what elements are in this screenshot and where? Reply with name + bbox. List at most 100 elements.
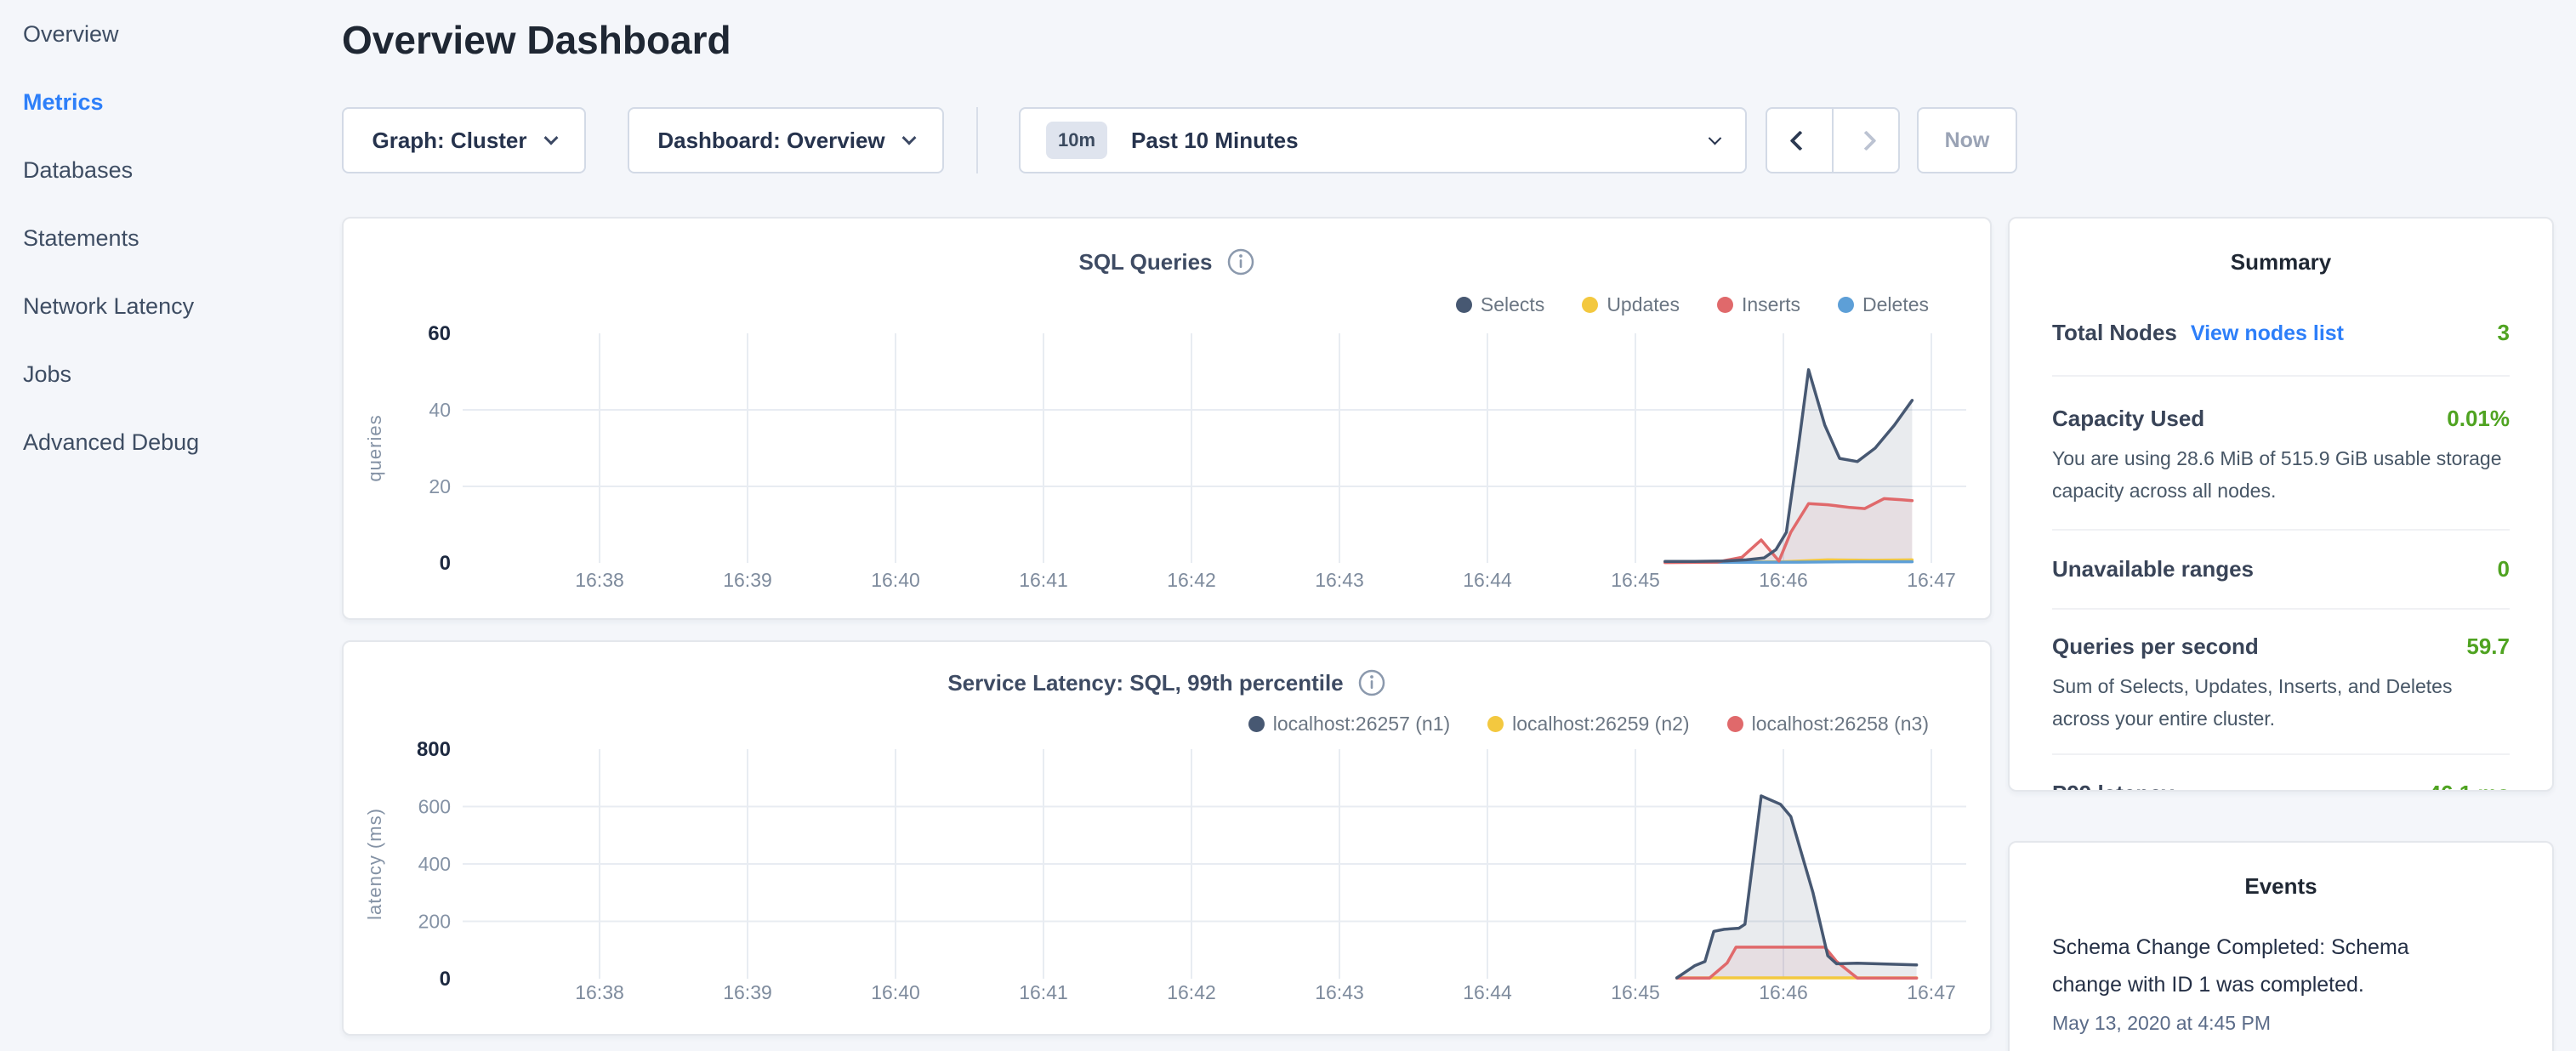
- info-icon[interactable]: [1357, 668, 1386, 697]
- summary-row-value: 46.1 ms: [2429, 781, 2510, 792]
- svg-text:16:42: 16:42: [1167, 569, 1216, 591]
- svg-text:600: 600: [418, 796, 451, 818]
- page: Overview Metrics Databases Statements Ne…: [0, 0, 2576, 1051]
- event-message: Schema Change Completed: Schema change w…: [2052, 929, 2460, 1003]
- legend-dot-icon: [1727, 716, 1743, 732]
- sidebar-item-advanced-debug[interactable]: Advanced Debug: [0, 408, 342, 476]
- summary-card: Summary Total Nodes View nodes list 3 Ca…: [2008, 217, 2554, 792]
- legend-dot-icon: [1582, 297, 1598, 313]
- svg-text:queries: queries: [364, 414, 385, 481]
- summary-row-unavailable-ranges: Unavailable ranges 0: [2052, 531, 2510, 610]
- chevron-down-icon: [543, 131, 558, 145]
- chevron-right-icon: [1856, 130, 1876, 151]
- event-timestamp: May 13, 2020 at 4:45 PM: [2052, 1012, 2510, 1035]
- summary-row-label: Total Nodes: [2052, 320, 2177, 346]
- chart-title: Service Latency: SQL, 99th percentile: [947, 670, 1343, 696]
- summary-row-value: 0: [2498, 556, 2510, 582]
- svg-text:16:45: 16:45: [1611, 981, 1660, 1003]
- legend-label: Inserts: [1742, 293, 1800, 316]
- event-item[interactable]: Schema Change Completed: Schema change w…: [2010, 929, 2552, 1035]
- chevron-down-icon: [1709, 131, 1722, 145]
- svg-text:16:44: 16:44: [1463, 981, 1512, 1003]
- legend-item[interactable]: Selects: [1456, 293, 1544, 316]
- summary-row-value: 3: [2498, 320, 2510, 346]
- summary-row-description: You are using 28.6 MiB of 515.9 GiB usab…: [2052, 442, 2510, 507]
- summary-body: Total Nodes View nodes list 3 Capacity U…: [2010, 276, 2552, 792]
- chart-header: SQL Queries: [344, 247, 1990, 276]
- svg-text:16:43: 16:43: [1315, 569, 1364, 591]
- legend-dot-icon: [1487, 716, 1504, 732]
- time-forward-button[interactable]: [1832, 109, 1898, 172]
- main-content: Overview Dashboard Graph: Cluster Dashbo…: [342, 0, 2022, 1051]
- chevron-left-icon: [1789, 130, 1810, 151]
- legend-dot-icon: [1838, 297, 1854, 313]
- svg-text:16:40: 16:40: [871, 569, 920, 591]
- dashboard-dropdown[interactable]: Dashboard: Overview: [628, 107, 944, 173]
- legend-label: Updates: [1606, 293, 1680, 316]
- summary-row-label: Capacity Used: [2052, 406, 2204, 432]
- summary-row-p99-latency: P99 latency 46.1 ms: [2052, 755, 2510, 792]
- graph-dropdown-label: Graph: Cluster: [372, 128, 526, 154]
- dashboard-dropdown-label: Dashboard: Overview: [657, 128, 884, 154]
- legend-item[interactable]: Deletes: [1838, 293, 1929, 316]
- svg-text:16:46: 16:46: [1759, 569, 1808, 591]
- toolbar-divider: [976, 107, 978, 173]
- legend-dot-icon: [1717, 297, 1733, 313]
- legend-label: Deletes: [1862, 293, 1929, 316]
- svg-text:16:38: 16:38: [575, 981, 624, 1003]
- legend-dot-icon: [1248, 716, 1265, 732]
- chart-title: SQL Queries: [1078, 249, 1212, 276]
- svg-text:60: 60: [428, 322, 451, 345]
- sql-queries-chart[interactable]: 16:3816:3916:4016:4116:4216:4316:4416:45…: [344, 321, 1993, 610]
- sidebar: Overview Metrics Databases Statements Ne…: [0, 0, 342, 1051]
- sidebar-item-statements[interactable]: Statements: [0, 204, 342, 272]
- sidebar-item-overview[interactable]: Overview: [0, 0, 342, 68]
- summary-row-value: 0.01%: [2447, 406, 2510, 432]
- svg-text:16:47: 16:47: [1907, 981, 1956, 1003]
- view-nodes-list-link[interactable]: View nodes list: [2191, 321, 2344, 346]
- sidebar-item-network-latency[interactable]: Network Latency: [0, 272, 342, 340]
- time-back-button[interactable]: [1767, 109, 1832, 172]
- legend-item[interactable]: Updates: [1582, 293, 1680, 316]
- svg-text:16:39: 16:39: [723, 569, 772, 591]
- sidebar-item-metrics[interactable]: Metrics: [0, 68, 342, 136]
- service-latency-chart-card: Service Latency: SQL, 99th percentile lo…: [342, 640, 1992, 1036]
- svg-text:200: 200: [418, 911, 451, 933]
- sidebar-item-databases[interactable]: Databases: [0, 136, 342, 204]
- graph-dropdown[interactable]: Graph: Cluster: [342, 107, 586, 173]
- now-button[interactable]: Now: [1917, 107, 2017, 173]
- time-range-badge: 10m: [1046, 122, 1107, 159]
- summary-row-value: 59.7: [2466, 633, 2510, 660]
- summary-row-total-nodes: Total Nodes View nodes list 3: [2052, 276, 2510, 377]
- events-title: Events: [2010, 843, 2552, 900]
- svg-text:16:42: 16:42: [1167, 981, 1216, 1003]
- svg-text:16:45: 16:45: [1611, 569, 1660, 591]
- legend-item[interactable]: Inserts: [1717, 293, 1800, 316]
- svg-text:latency (ms): latency (ms): [364, 808, 385, 920]
- info-icon[interactable]: [1226, 247, 1255, 276]
- legend-dot-icon: [1456, 297, 1472, 313]
- chevron-down-icon: [901, 131, 916, 145]
- sidebar-item-jobs[interactable]: Jobs: [0, 340, 342, 408]
- svg-text:20: 20: [429, 475, 451, 497]
- svg-text:16:44: 16:44: [1463, 569, 1512, 591]
- summary-row-capacity-used: Capacity Used 0.01% You are using 28.6 M…: [2052, 377, 2510, 531]
- summary-row-label: Queries per second: [2052, 633, 2259, 660]
- events-card: Events Schema Change Completed: Schema c…: [2008, 841, 2554, 1051]
- svg-text:16:40: 16:40: [871, 981, 920, 1003]
- time-range-dropdown[interactable]: 10m Past 10 Minutes: [1019, 107, 1747, 173]
- svg-text:40: 40: [429, 399, 451, 421]
- service-latency-chart[interactable]: 16:3816:3916:4016:4116:4216:4316:4416:45…: [344, 731, 1993, 1029]
- chart-legend: Selects Updates Inserts Deletes: [1456, 293, 1929, 316]
- summary-row-label: P99 latency: [2052, 781, 2174, 792]
- summary-row-description: Sum of Selects, Updates, Inserts, and De…: [2052, 670, 2510, 735]
- legend-label: Selects: [1481, 293, 1544, 316]
- svg-text:16:46: 16:46: [1759, 981, 1808, 1003]
- sql-queries-chart-card: SQL Queries Selects Updates Inserts Deletes…: [342, 217, 1992, 620]
- svg-text:0: 0: [440, 552, 451, 575]
- svg-text:400: 400: [418, 853, 451, 875]
- time-range-step-group: [1766, 107, 1900, 173]
- chart-header: Service Latency: SQL, 99th percentile: [344, 668, 1990, 697]
- svg-text:16:41: 16:41: [1019, 981, 1068, 1003]
- svg-text:16:38: 16:38: [575, 569, 624, 591]
